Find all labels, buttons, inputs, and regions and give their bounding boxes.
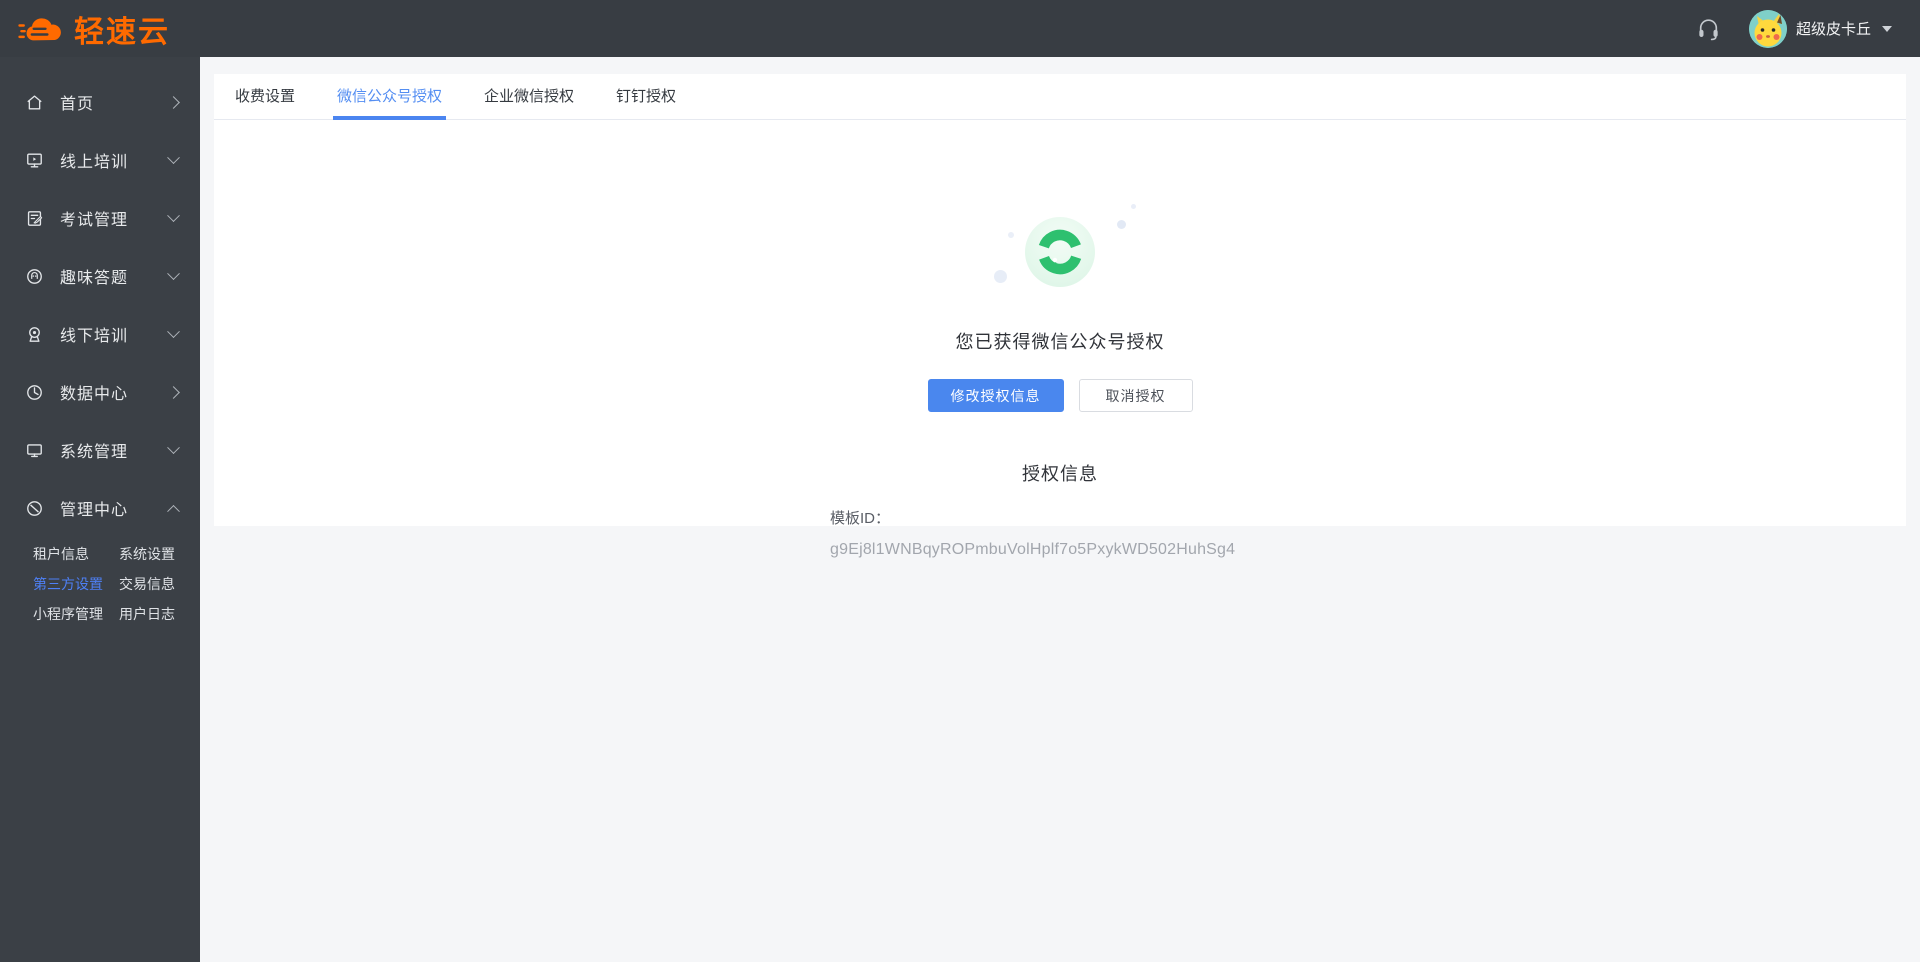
cancel-authorization-button[interactable]: 取消授权 [1078,379,1193,412]
user-menu[interactable]: 超级皮卡丘 [1748,9,1892,48]
submenu-item-miniprogram-management[interactable]: 小程序管理 [33,599,105,629]
sidebar-item-online-training[interactable]: 线上培训 [0,131,200,189]
admin-center-submenu: 租户信息 系统设置 第三方设置 交易信息 小程序管理 用户日志 [0,537,200,635]
tab-bar: 收费设置 微信公众号授权 企业微信授权 钉钉授权 [214,74,1906,120]
sidebar-item-system-management[interactable]: 系统管理 [0,421,200,479]
monitor-play-icon [24,150,44,170]
submenu-item-user-logs[interactable]: 用户日志 [119,599,200,629]
chevron-down-icon [167,440,180,454]
chevron-up-icon [167,504,180,518]
sidebar-item-data-center[interactable]: 数据中心 [0,363,200,421]
exam-document-icon [24,208,44,228]
brand-name: 轻速云 [74,15,170,49]
location-pin-icon [24,324,44,344]
tab-wechat-official-auth[interactable]: 微信公众号授权 [333,74,447,120]
modify-authorization-button[interactable]: 修改授权信息 [927,379,1064,412]
top-header: 轻速云 超级皮卡丘 [0,0,1920,57]
decorative-dot [1008,232,1014,238]
quiz-face-icon [24,266,44,286]
authorization-info-section: 授权信息 模板ID： g9Ej8l1WNBqyROPmbuVolHplf7o5P… [830,460,1290,559]
template-id-value: g9Ej8l1WNBqyROPmbuVolHplf7o5PxykWD502Huh… [830,541,1236,558]
main-content-card: 收费设置 微信公众号授权 企业微信授权 钉钉授权 您已获得微信公众号授权 修改授… [214,74,1906,558]
authorization-status-panel: 您已获得微信公众号授权 修改授权信息 取消授权 [214,202,1906,412]
display-icon [24,440,44,460]
chevron-down-icon [167,208,180,222]
sidebar-item-offline-training[interactable]: 线下培训 [0,305,200,363]
pikachu-avatar [1748,9,1787,48]
admin-slash-icon [24,498,44,518]
submenu-item-third-party-settings[interactable]: 第三方设置 [33,569,105,599]
chevron-down-icon [1882,25,1892,32]
sidebar-item-fun-quiz[interactable]: 趣味答题 [0,247,200,305]
home-icon [24,92,44,112]
chevron-right-icon [167,95,180,109]
decorative-dot [1117,220,1126,229]
authorization-status-text: 您已获得微信公众号授权 [955,332,1165,352]
wechat-official-account-icon [1024,216,1096,288]
sidebar-item-home[interactable]: 首页 [0,73,200,131]
chevron-down-icon [167,324,180,338]
brand-logo[interactable]: 轻速云 [0,7,200,51]
pie-clock-icon [24,382,44,402]
submenu-item-tenant-info[interactable]: 租户信息 [33,539,105,569]
authorization-info-title: 授权信息 [1022,464,1098,484]
tab-dingtalk-auth[interactable]: 钉钉授权 [616,74,676,120]
tab-fee-settings[interactable]: 收费设置 [235,74,295,120]
headset-icon[interactable] [1695,15,1723,43]
cloud-logo-icon [18,12,64,46]
username: 超级皮卡丘 [1795,21,1871,38]
template-id-label: 模板ID： [830,510,891,527]
chevron-right-icon [167,385,180,399]
tab-enterprise-wechat-auth[interactable]: 企业微信授权 [484,74,574,120]
chevron-down-icon [167,266,180,280]
submenu-item-transaction-info[interactable]: 交易信息 [119,569,200,599]
sidebar-item-exam-management[interactable]: 考试管理 [0,189,200,247]
decorative-dot [994,270,1007,283]
decorative-dot [1131,204,1136,209]
chevron-down-icon [167,150,180,164]
sidebar: 首页 线上培训 考试管理 趣味答题 线下培训 数据中心 系统管理 管理中心 租户… [0,57,200,962]
sidebar-item-admin-center[interactable]: 管理中心 [0,479,200,537]
submenu-item-system-settings[interactable]: 系统设置 [119,539,200,569]
